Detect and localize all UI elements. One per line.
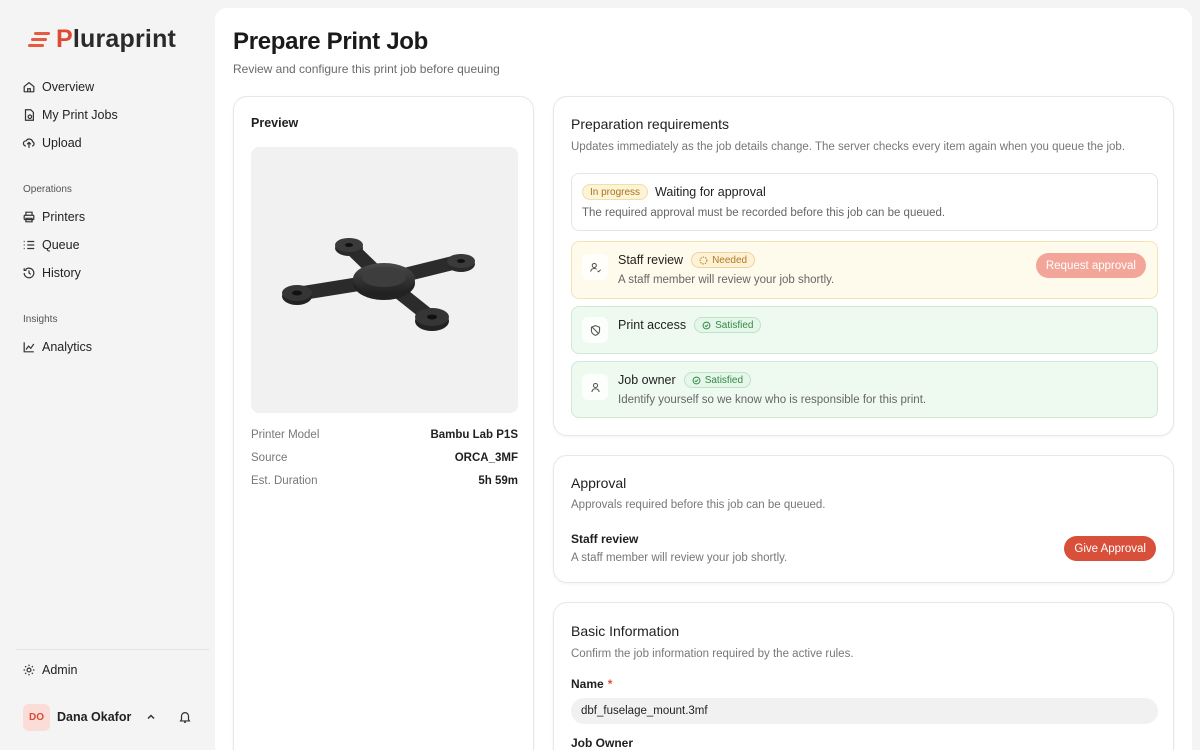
satisfied-badge: Satisfied	[683, 372, 752, 388]
pending-icon	[699, 256, 708, 264]
shield-off-icon	[582, 317, 608, 343]
history-icon	[22, 266, 36, 280]
nav-label: Queue	[42, 238, 80, 252]
meta-value: Bambu Lab P1S	[430, 429, 518, 441]
nav-label: History	[42, 266, 81, 280]
rule-description: A staff member will review your job shor…	[618, 274, 835, 286]
brand-logo[interactable]: Pluraprint	[28, 24, 176, 54]
nav-label: Printers	[42, 210, 86, 224]
nav-queue[interactable]: Queue	[22, 234, 80, 256]
job-owner-field-label: Job Owner	[571, 736, 634, 750]
check-circle-icon	[702, 321, 711, 329]
page-title: Prepare Print Job	[233, 28, 428, 55]
needed-badge: Needed	[691, 252, 756, 268]
status-badge: In progress	[582, 184, 649, 200]
home-icon	[22, 80, 36, 94]
name-input[interactable]	[571, 698, 1158, 724]
nav-label: Upload	[42, 136, 82, 150]
meta-printer-model: Printer Model Bambu Lab P1S	[251, 429, 518, 441]
badge-label: Needed	[712, 254, 748, 266]
meta-label: Source	[251, 452, 288, 464]
preview-card: Preview Printer Model Bambu Lab P1S Sour…	[233, 96, 534, 750]
meta-label: Printer Model	[251, 429, 320, 441]
sidebar-divider	[16, 649, 209, 650]
nav-section-insights: Insights	[23, 314, 58, 325]
meta-source: Source ORCA_3MF	[251, 452, 518, 464]
approval-title: Approval	[571, 475, 627, 491]
rule-name: Print access	[618, 318, 687, 332]
brand-name: Pluraprint	[56, 24, 177, 53]
user-check-icon	[582, 254, 608, 280]
nav-admin[interactable]: Admin	[22, 659, 77, 681]
upload-icon	[22, 136, 36, 150]
logo-mark-icon	[28, 29, 52, 49]
nav-section-operations: Operations	[23, 184, 72, 195]
nav-label: Analytics	[42, 340, 93, 354]
requirements-title: Preparation requirements	[571, 116, 729, 132]
badge-label: Satisfied	[715, 319, 754, 331]
meta-label: Est. Duration	[251, 475, 318, 487]
gear-icon	[22, 663, 36, 677]
rule-description: Identify yourself so we know who is resp…	[618, 394, 927, 406]
nav-label: My Print Jobs	[42, 108, 118, 122]
model-render-image	[282, 238, 475, 331]
basic-info-title: Basic Information	[571, 623, 680, 639]
user-icon	[582, 374, 608, 400]
give-approval-button[interactable]: Give Approval	[1064, 536, 1156, 561]
nav-label: Admin	[42, 663, 78, 677]
chevron-up-icon[interactable]	[145, 711, 157, 723]
rule-staff-review: Staff review Needed A staff member will …	[571, 241, 1158, 299]
analytics-icon	[22, 340, 36, 354]
rule-job-owner: Job owner Satisfied Identify yourself so…	[571, 361, 1158, 418]
check-circle-icon	[692, 376, 701, 384]
page-subtitle: Review and configure this print job befo…	[233, 62, 500, 76]
bell-icon[interactable]	[178, 710, 192, 724]
sidebar: Pluraprint Overview My Print Jobs Upload…	[0, 0, 215, 750]
meta-value: 5h 59m	[478, 475, 518, 487]
avatar: DO	[23, 703, 50, 731]
satisfied-badge: Satisfied	[694, 317, 762, 333]
approval-card: Approval Approvals required before this …	[553, 455, 1174, 583]
printer-icon	[22, 210, 36, 224]
nav-my-print-jobs[interactable]: My Print Jobs	[22, 104, 118, 126]
basic-info-subtitle: Confirm the job information required by …	[571, 648, 854, 660]
rule-name: Job owner	[618, 373, 676, 387]
nav-overview[interactable]: Overview	[22, 76, 94, 98]
nav-label: Overview	[42, 80, 95, 94]
approval-item-name: Staff review	[571, 532, 639, 546]
status-description: The required approval must be recorded b…	[582, 207, 946, 219]
basic-info-card: Basic Information Confirm the job inform…	[553, 602, 1174, 750]
model-preview[interactable]	[251, 147, 518, 413]
rule-print-access: Print access Satisfied	[571, 306, 1158, 354]
approval-subtitle: Approvals required before this job can b…	[571, 499, 826, 511]
user-name: Dana Okafor	[57, 710, 132, 724]
badge-label: Satisfied	[704, 374, 744, 386]
requirements-status: In progress Waiting for approval The req…	[571, 173, 1158, 231]
meta-est-duration: Est. Duration 5h 59m	[251, 475, 518, 487]
status-title: Waiting for approval	[655, 185, 766, 199]
print-jobs-icon	[22, 108, 36, 122]
requirements-card: Preparation requirements Updates immedia…	[553, 96, 1174, 436]
preview-title: Preview	[251, 116, 299, 130]
approval-item-description: A staff member will review your job shor…	[571, 552, 788, 564]
user-menu[interactable]: DO Dana Okafor	[23, 703, 191, 731]
queue-icon	[22, 238, 36, 252]
nav-printers[interactable]: Printers	[22, 206, 85, 228]
rule-name: Staff review	[618, 253, 684, 267]
meta-value: ORCA_3MF	[454, 452, 518, 464]
request-approval-button[interactable]: Request approval	[1035, 253, 1146, 278]
main-content: Prepare Print Job Review and configure t…	[215, 8, 1192, 750]
nav-analytics[interactable]: Analytics	[22, 336, 92, 358]
nav-upload[interactable]: Upload	[22, 132, 82, 154]
required-marker: *	[607, 677, 613, 691]
nav-history[interactable]: History	[22, 262, 81, 284]
requirements-subtitle: Updates immediately as the job details c…	[571, 141, 1126, 153]
name-field-label: Name *	[571, 677, 613, 691]
